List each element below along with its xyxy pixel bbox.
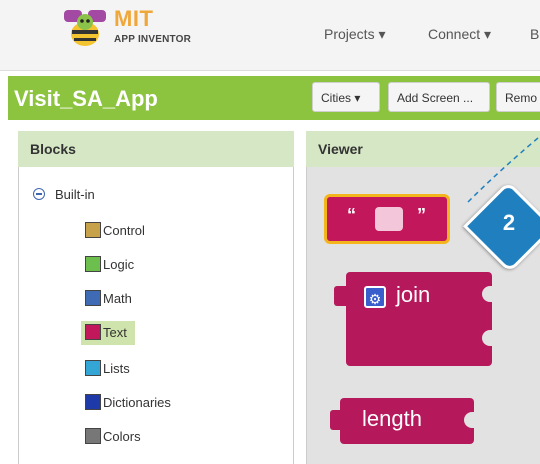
logic-swatch-icon <box>85 255 101 272</box>
top-header: MIT APP INVENTOR Projects ▾ Connect ▾ B <box>0 0 540 71</box>
category-logic[interactable]: Logic <box>85 253 134 277</box>
dictionaries-swatch-icon <box>85 393 101 410</box>
math-swatch-icon <box>85 289 101 306</box>
logo-product-text: APP INVENTOR <box>114 34 192 45</box>
open-quote: “ <box>347 205 356 225</box>
nav-build[interactable]: B <box>530 26 539 42</box>
lists-swatch-icon <box>85 359 101 376</box>
category-label: Logic <box>103 257 135 272</box>
collapse-icon[interactable] <box>33 188 45 200</box>
category-label: Text <box>103 325 127 340</box>
text-input-slot[interactable] <box>375 207 403 231</box>
join-label: join <box>396 282 431 307</box>
close-quote: ” <box>417 205 426 225</box>
join-input-notch <box>482 330 494 346</box>
category-text[interactable]: Text <box>81 321 135 345</box>
mutator-gear-icon[interactable]: ⚙ <box>364 286 386 308</box>
length-label: length <box>362 406 422 431</box>
nav-connect[interactable]: Connect ▾ <box>428 26 491 43</box>
category-label: Colors <box>103 429 141 444</box>
category-label: Control <box>103 223 145 238</box>
blocks-panel-header: Blocks <box>18 131 294 167</box>
join-input-notch <box>482 286 494 302</box>
add-screen-button[interactable]: Add Screen ... <box>388 82 490 112</box>
category-label: Dictionaries <box>103 395 171 410</box>
blocks-panel: Built-in Control Logic Math Text Lists D… <box>18 167 294 464</box>
builtin-label: Built-in <box>55 187 95 202</box>
app-inventor-logo[interactable]: MIT APP INVENTOR <box>60 4 220 60</box>
project-name: Visit_SA_App <box>14 86 158 111</box>
control-swatch-icon <box>85 221 101 238</box>
screen-selector-button[interactable]: Cities ▾ <box>312 82 380 112</box>
logo-mit-text: MIT <box>114 6 154 31</box>
category-control[interactable]: Control <box>85 219 145 243</box>
bee-logo-icon <box>64 10 106 46</box>
nav-projects[interactable]: Projects ▾ <box>324 26 386 43</box>
length-input-notch <box>464 412 476 428</box>
builtin-tree-node[interactable]: Built-in <box>33 187 95 202</box>
text-string-block[interactable]: “ ” <box>324 194 450 244</box>
category-colors[interactable]: Colors <box>85 425 141 449</box>
category-lists[interactable]: Lists <box>85 357 130 381</box>
annotation-number: 2 <box>502 210 516 235</box>
colors-swatch-icon <box>85 427 101 444</box>
category-label: Math <box>103 291 132 306</box>
project-toolbar: Visit_SA_App Cities ▾ Add Screen ... Rem… <box>8 76 540 120</box>
category-label: Lists <box>103 361 130 376</box>
text-swatch-icon <box>85 323 101 340</box>
remove-screen-button[interactable]: Remo <box>496 82 540 112</box>
category-dictionaries[interactable]: Dictionaries <box>85 391 171 415</box>
category-math[interactable]: Math <box>85 287 132 311</box>
